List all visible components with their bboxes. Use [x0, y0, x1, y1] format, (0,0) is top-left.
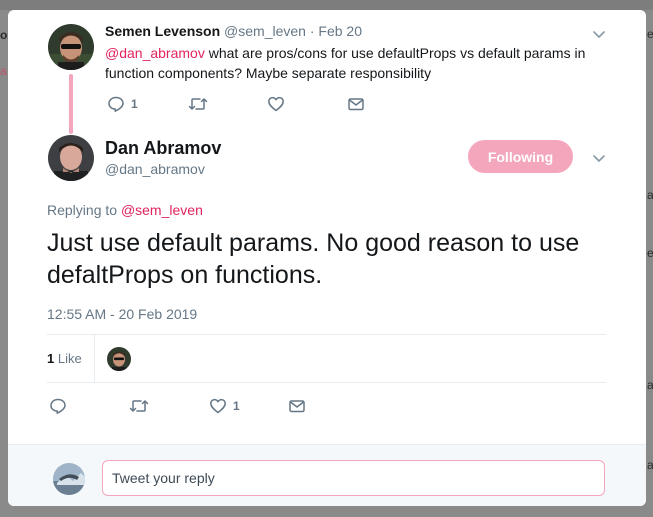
reply-icon: [108, 96, 124, 112]
following-button[interactable]: Following: [468, 140, 573, 173]
like-count: 1: [233, 399, 240, 413]
backdrop-edge-glyph: a: [647, 378, 653, 392]
backdrop-edge-glyph: o: [0, 28, 8, 42]
parent-tweet-actions: 1: [107, 94, 377, 114]
retweet-icon: [188, 98, 208, 110]
backdrop-edge-glyph: e: [647, 27, 653, 41]
message-icon: [348, 98, 364, 111]
separator: ·: [309, 23, 315, 39]
avatar: [53, 463, 85, 495]
author-handle[interactable]: @sem_leven: [224, 23, 306, 39]
chevron-down-icon[interactable]: [591, 26, 607, 42]
divider: [94, 335, 95, 382]
tweet-actions: 1: [49, 396, 349, 416]
author-name[interactable]: Dan Abramov: [105, 138, 221, 159]
like-button[interactable]: [267, 94, 285, 114]
thread-line: [69, 74, 73, 134]
parent-tweet-text: @dan_abramov what are pros/cons for use …: [105, 43, 605, 83]
mention-link[interactable]: @dan_abramov: [105, 45, 205, 61]
reply-count: 1: [131, 97, 138, 111]
author-handle[interactable]: @dan_abramov: [105, 161, 205, 177]
reply-input[interactable]: [102, 460, 605, 496]
backdrop-edge-glyph: e: [647, 246, 653, 260]
chevron-down-icon[interactable]: [591, 150, 607, 166]
author-name[interactable]: Semen Levenson: [105, 23, 220, 39]
divider: [47, 382, 606, 383]
tweet-modal: Semen Levenson @sem_leven · Feb 20 @dan_…: [8, 10, 646, 506]
message-button[interactable]: [288, 396, 306, 416]
tweet-date[interactable]: Feb 20: [318, 23, 362, 39]
tweet-text: Just use default params. No good reason …: [47, 229, 580, 289]
backdrop: [0, 0, 653, 10]
mention-link[interactable]: @sem_leven: [121, 202, 203, 218]
backdrop-edge-glyph: a: [647, 458, 653, 472]
avatar[interactable]: [48, 135, 94, 181]
reply-bar: [8, 444, 646, 506]
tweet-timestamp[interactable]: 12:55 AM - 20 Feb 2019: [47, 306, 197, 322]
retweet-button[interactable]: [129, 396, 149, 416]
avatar[interactable]: [48, 24, 94, 70]
like-button[interactable]: 1: [209, 396, 240, 416]
avatar[interactable]: [107, 347, 131, 371]
replying-to: Replying to @sem_leven: [47, 202, 203, 218]
likes-label: Like: [54, 351, 82, 366]
message-button[interactable]: [347, 94, 365, 114]
like-icon: [268, 96, 284, 112]
backdrop-edge-glyph: a: [0, 64, 7, 78]
likes-stat[interactable]: 1 Like: [47, 351, 82, 366]
replying-prefix: Replying to: [47, 202, 121, 218]
divider: [47, 334, 606, 335]
parent-tweet-header: Semen Levenson @sem_leven · Feb 20: [105, 23, 362, 39]
like-icon: [210, 398, 226, 414]
reply-button[interactable]: [49, 396, 67, 416]
message-icon: [289, 400, 305, 413]
reply-icon: [50, 398, 66, 414]
retweet-icon: [129, 400, 149, 412]
retweet-button[interactable]: [188, 94, 208, 114]
reply-button[interactable]: 1: [107, 94, 138, 114]
backdrop-edge-glyph: a: [647, 188, 653, 202]
